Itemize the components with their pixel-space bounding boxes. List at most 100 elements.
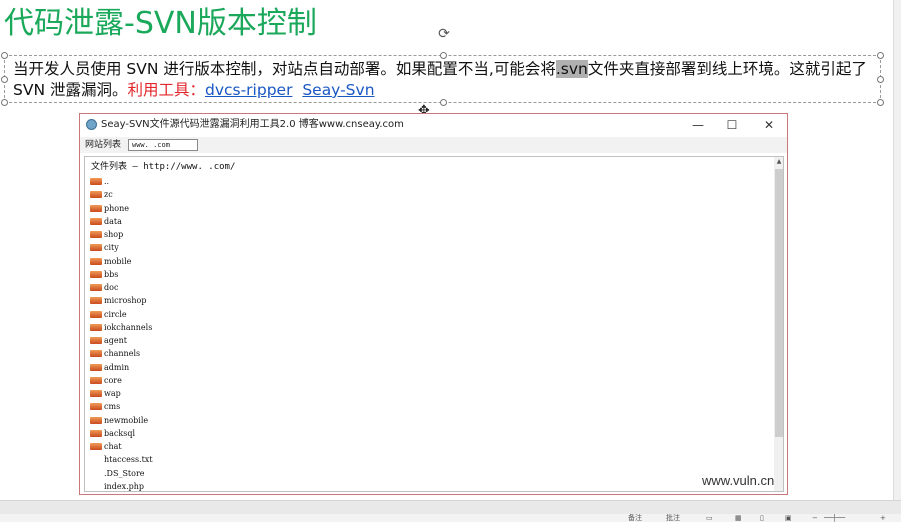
file-name: backsql [104,428,136,438]
file-icon [90,470,102,477]
file-list-item[interactable]: cms [90,400,153,413]
file-list-item[interactable]: data [90,215,153,228]
app-logo-icon [86,119,97,130]
file-list-item[interactable]: circle [90,308,153,321]
resize-handle-middle-right[interactable] [877,76,884,83]
close-icon[interactable]: ✕ [755,116,783,134]
slide-sorter-icon[interactable]: ▦ [735,514,742,522]
folder-icon [90,217,102,225]
embedded-app-screenshot[interactable]: Seay-SVN文件源代码泄露漏洞利用工具2.0 博客www.cnseay.co… [79,113,788,495]
scroll-up-arrow-icon[interactable]: ▲ [774,157,783,167]
slide-canvas: 代码泄露-SVN版本控制 ⟳ 当开发人员使用 SVN 进行版本控制，对站点自动部… [0,0,893,500]
file-list-item[interactable]: .. [90,175,153,188]
folder-icon [90,376,102,384]
folder-icon [90,191,102,199]
file-list-item[interactable]: phone [90,202,153,215]
file-list-item[interactable]: chat [90,440,153,453]
file-list-item[interactable]: doc [90,281,153,294]
file-list-item[interactable]: mobile [90,255,153,268]
file-icon [90,456,102,463]
file-list-item[interactable]: city [90,241,153,254]
file-name: index.php [104,481,145,491]
file-name: phone [104,203,129,213]
folder-icon [90,270,102,278]
file-name: mobile [104,256,132,266]
file-list-item[interactable]: microshop [90,294,153,307]
file-name: bbs [104,269,119,279]
resize-handle-top-right[interactable] [877,52,884,59]
file-name: data [104,216,122,226]
resize-handle-top-middle[interactable] [440,52,447,59]
file-name: wap [104,389,121,398]
file-name: channels [104,349,141,359]
file-name: doc [104,283,119,292]
file-name: circle [104,309,127,319]
site-url-select[interactable]: www. .com [128,139,198,151]
slide-body-text[interactable]: 当开发人员使用 SVN 进行版本控制，对站点自动部署。如果配置不当,可能会将.s… [13,59,875,101]
file-list: .. zc phone data shop city mobile bbs doc microsh… [90,175,153,491]
file-list-item[interactable]: iokchannels [90,321,153,334]
folder-icon [90,257,102,265]
file-list-scrollbar[interactable]: ▲ [774,157,783,491]
zoom-in-icon[interactable]: + [880,514,886,522]
zoom-slider[interactable]: ──┼── [824,514,845,522]
folder-icon [90,284,102,291]
resize-handle-top-left[interactable] [1,52,8,59]
file-list-item[interactable]: wap [90,387,153,400]
minimize-icon[interactable]: — [684,116,712,134]
file-list-item[interactable]: index.php [90,480,153,491]
watermark: www.vuln.cn [702,473,775,488]
file-list-item[interactable]: backsql [90,427,153,440]
file-list-item[interactable]: channels [90,347,153,360]
file-name: .. [104,177,110,186]
text-box[interactable]: 当开发人员使用 SVN 进行版本控制，对站点自动部署。如果配置不当,可能会将.s… [1,52,884,106]
file-list-item[interactable]: core [90,374,153,387]
file-name: shop [104,230,124,239]
file-list-item[interactable]: .DS_Store [90,467,153,480]
file-name: microshop [104,296,147,306]
folder-icon [90,350,102,358]
file-name: core [104,375,122,385]
comments-button[interactable]: 批注 [666,514,680,522]
folder-icon [90,416,102,424]
app-toolbar: 网站列表 www. .com [80,137,787,153]
zoom-out-icon[interactable]: − [812,514,818,522]
file-name: newmobile [104,415,149,425]
file-list-item[interactable]: newmobile [90,414,153,427]
file-list-panel: 文件列表 — http://www. .com/ .. zc phone data sh… [84,156,784,492]
maximize-icon[interactable]: ☐ [718,116,746,134]
file-icon [90,483,102,490]
file-name: .DS_Store [104,468,145,478]
file-name: city [104,243,119,253]
editor-vertical-scrollbar[interactable] [893,0,901,500]
site-list-label: 网站列表 [85,140,122,150]
slide-title: 代码泄露-SVN版本控制 [4,6,317,41]
normal-view-icon[interactable]: ▭ [706,514,713,522]
folder-icon [90,390,102,397]
folder-icon [90,178,102,185]
file-list-item[interactable]: bbs [90,268,153,281]
notes-button[interactable]: 备注 [628,514,642,522]
file-list-item[interactable]: admin [90,361,153,374]
folder-icon [90,310,102,318]
file-list-item[interactable]: agent [90,334,153,347]
scrollbar-thumb[interactable] [775,169,783,437]
reading-view-icon[interactable]: ▯ [760,514,764,522]
resize-handle-middle-left[interactable] [1,76,8,83]
seay-svn-link[interactable]: Seay-Svn [302,81,374,99]
file-name: iokchannels [104,322,153,332]
file-name: agent [104,336,127,345]
dvcs-ripper-link[interactable]: dvcs-ripper [205,81,292,99]
resize-handle-bottom-left[interactable] [1,99,8,106]
rotate-handle-icon[interactable]: ⟳ [436,26,452,42]
folder-icon [90,443,102,450]
highlighted-svn-text: .svn [555,60,588,78]
resize-handle-bottom-right[interactable] [877,99,884,106]
file-list-item[interactable]: zc [90,188,153,201]
slideshow-icon[interactable]: ▣ [785,514,792,522]
editor-bottom-area [0,500,901,514]
file-list-item[interactable]: htaccess.txt [90,453,153,466]
folder-icon [90,231,102,238]
file-list-item[interactable]: shop [90,228,153,241]
file-name: cms [104,402,121,412]
